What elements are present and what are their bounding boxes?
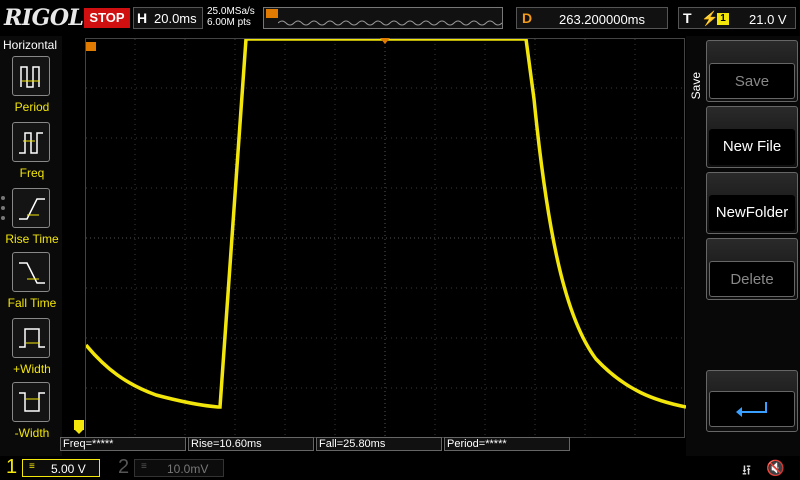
waveform-display[interactable]	[85, 38, 686, 439]
measure-rise-time-button[interactable]: Rise Time	[4, 188, 60, 252]
timebase-value: 20.0ms	[154, 11, 197, 26]
period-readout: Period=*****	[444, 437, 570, 451]
fall-time-icon	[12, 252, 50, 292]
trigger-display[interactable]: T ⚡ 1 21.0 V	[678, 7, 796, 29]
save-button-label: Save	[709, 63, 795, 99]
ch1-coupling-icon: ≡	[29, 461, 35, 472]
period-icon	[12, 56, 50, 96]
rising-edge-icon: ⚡	[701, 10, 719, 26]
fall-time-label: Fall Time	[7, 296, 57, 310]
brand-logo: RIGOL	[4, 5, 84, 31]
channel-bar: 1 ≡ 5.00 V 2 ≡ 10.0mV ⭿ 🔇	[0, 456, 800, 480]
ch1-scale-box[interactable]: ≡ 5.00 V	[22, 459, 100, 477]
freq-readout: Freq=*****	[60, 437, 186, 451]
freq-icon	[12, 122, 50, 162]
ch2-scale-box[interactable]: ≡ 10.0mV	[134, 459, 224, 477]
new-folder-label: NewFolder	[709, 195, 795, 231]
run-stop-indicator[interactable]: STOP	[84, 8, 130, 28]
trigger-source-badge: 1	[717, 13, 729, 25]
page-dots	[1, 196, 5, 226]
horizontal-label: H	[137, 10, 148, 26]
ch1-trace	[86, 39, 686, 409]
trigger-label: T	[683, 10, 692, 26]
trigger-level: 21.0 V	[749, 12, 787, 27]
new-folder-button[interactable]: NewFolder	[706, 172, 798, 234]
horizontal-timebase[interactable]: H 20.0ms	[133, 7, 203, 29]
delay-value: 263.200000ms	[559, 12, 646, 27]
ch2-scale: 10.0mV	[167, 462, 209, 476]
rise-time-label: Rise Time	[5, 232, 59, 246]
ch1-scale: 5.00 V	[51, 462, 86, 476]
measure-period-button[interactable]: Period	[4, 56, 60, 120]
save-button[interactable]: Save	[706, 40, 798, 102]
neg-width-label: -Width	[14, 426, 50, 440]
return-button[interactable]	[706, 370, 798, 432]
ch1-position-marker-icon	[86, 42, 96, 51]
memory-depth: 6.00M pts	[207, 17, 251, 28]
measure-neg-width-button[interactable]: -Width	[4, 382, 60, 446]
trigger-time-marker-icon	[380, 38, 390, 44]
new-file-button[interactable]: New File	[706, 106, 798, 168]
pos-width-icon	[12, 318, 50, 358]
period-label: Period	[14, 100, 50, 114]
delete-button[interactable]: Delete	[706, 238, 798, 300]
memory-position-strip[interactable]	[263, 7, 503, 29]
delete-button-label: Delete	[709, 261, 795, 297]
measure-fall-time-button[interactable]: Fall Time	[4, 252, 60, 316]
speaker-muted-icon[interactable]: 🔇	[766, 459, 785, 477]
rise-readout: Rise=10.60ms	[188, 437, 314, 451]
sample-rate: 25.0MSa/s	[207, 6, 255, 17]
return-arrow-icon	[709, 391, 795, 427]
ch2-number[interactable]: 2	[118, 456, 129, 479]
measure-freq-button[interactable]: Freq	[4, 122, 60, 186]
top-status-bar: RIGOL STOP H 20.0ms 25.0MSa/s 6.00M pts …	[0, 0, 800, 36]
usb-icon: ⭿	[742, 462, 752, 478]
fall-readout: Fall=25.80ms	[316, 437, 442, 451]
pos-width-label: +Width	[13, 362, 51, 376]
panel-title: Horizontal	[3, 38, 58, 52]
waveform-overview-icon	[278, 20, 502, 26]
measurement-panel: Horizontal Period Freq Rise Time Fall Ti…	[0, 36, 62, 456]
ch2-coupling-icon: ≡	[141, 461, 147, 472]
new-file-label: New File	[709, 129, 795, 165]
ch1-number[interactable]: 1	[6, 456, 17, 479]
measure-pos-width-button[interactable]: +Width	[4, 318, 60, 382]
menu-title: Save	[689, 72, 703, 100]
trigger-position-icon	[266, 9, 278, 18]
delay-display[interactable]: D 263.200000ms	[516, 7, 668, 29]
softkey-menu: Save Save New File NewFolder Delete	[686, 36, 800, 456]
delay-label: D	[522, 10, 533, 26]
ch1-ground-marker-icon	[74, 420, 84, 434]
neg-width-icon	[12, 382, 50, 422]
graticule	[86, 39, 686, 439]
freq-label: Freq	[19, 166, 45, 180]
acquisition-info: 25.0MSa/s 6.00M pts	[207, 6, 255, 28]
rise-time-icon	[12, 188, 50, 228]
